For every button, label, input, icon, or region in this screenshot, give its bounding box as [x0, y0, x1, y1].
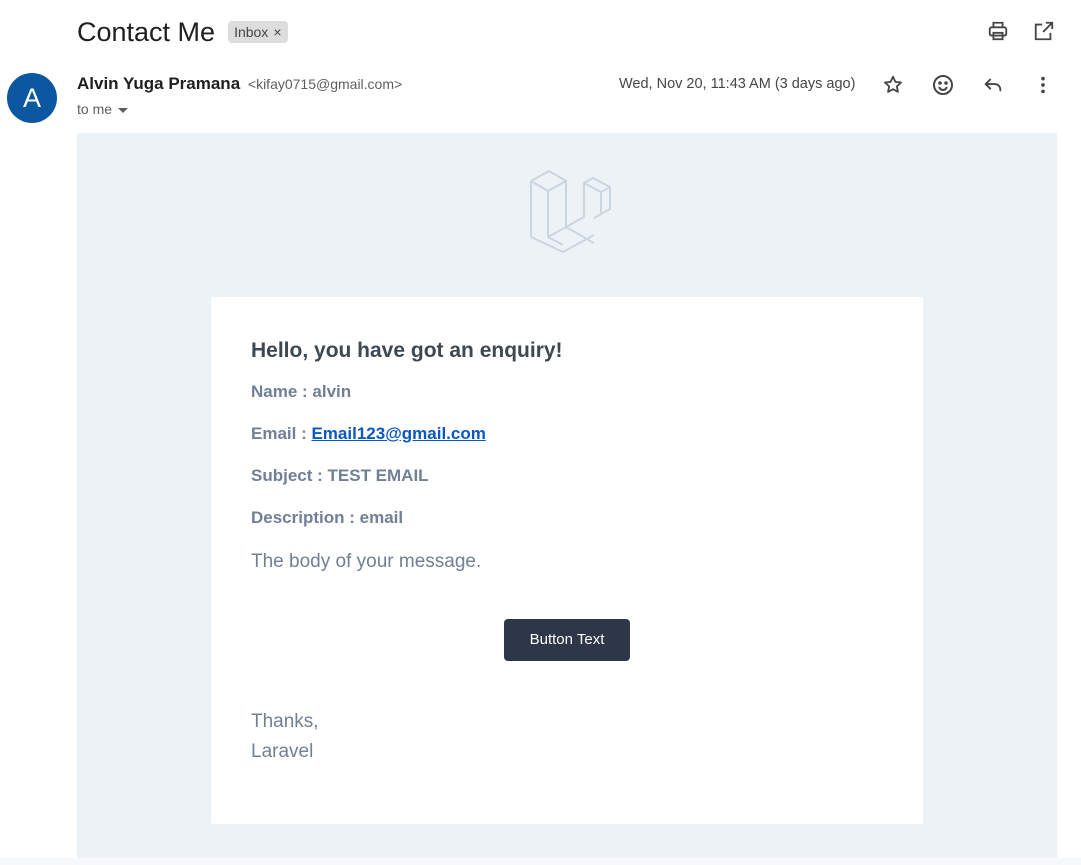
email-card: Hello, you have got an enquiry! Name : a… — [211, 297, 923, 824]
print-icon[interactable] — [985, 18, 1011, 44]
name-field: Name : alvin — [251, 382, 352, 401]
email-content: Hello, you have got an enquiry! Name : a… — [77, 133, 1057, 865]
sender-email: <kifay0715@gmail.com> — [247, 76, 403, 92]
bottom-edge — [0, 858, 1081, 865]
emoji-reaction-icon[interactable] — [930, 72, 956, 98]
reply-icon[interactable] — [980, 72, 1006, 98]
email-signoff: Thanks, Laravel — [251, 707, 319, 767]
email-card-content: Hello, you have got an enquiry! Name : a… — [251, 339, 883, 574]
laravel-logo-icon — [529, 169, 611, 253]
inbox-label-chip[interactable]: Inbox × — [228, 21, 288, 43]
label-chip-text: Inbox — [234, 24, 269, 40]
open-in-new-window-icon[interactable] — [1031, 18, 1057, 44]
message-actions — [880, 72, 1056, 98]
button-wrapper: Button Text — [504, 619, 630, 661]
recipient-line: to me — [77, 101, 129, 117]
subject-field: Subject : TEST EMAIL — [251, 466, 429, 485]
to-text: to me — [77, 101, 113, 117]
remove-label-icon[interactable]: × — [273, 24, 281, 40]
email-field: Email : Email123@gmail.com — [251, 424, 883, 444]
email-link[interactable]: Email123@gmail.com — [311, 424, 485, 443]
more-vertical-icon[interactable] — [1030, 72, 1056, 98]
thanks-text: Thanks, — [251, 711, 319, 732]
description-field: Description : email — [251, 508, 404, 527]
subject-row: Contact Me Inbox × — [77, 12, 288, 52]
message-date: Wed, Nov 20, 11:43 AM (3 days ago) — [619, 76, 856, 92]
email-subject: Contact Me — [77, 16, 216, 47]
email-label: Email : — [251, 424, 312, 443]
sender-info: Alvin Yuga Pramana <kifay0715@gmail.com> — [77, 74, 402, 94]
sender-avatar[interactable]: A — [7, 73, 57, 123]
star-icon[interactable] — [880, 72, 906, 98]
action-button[interactable]: Button Text — [504, 619, 630, 661]
show-details-dropdown-icon[interactable] — [118, 107, 129, 113]
body-text: The body of your message. — [251, 551, 482, 572]
signature-text: Laravel — [251, 741, 314, 762]
email-greeting: Hello, you have got an enquiry! — [251, 339, 563, 362]
sender-name[interactable]: Alvin Yuga Pramana — [77, 74, 240, 93]
thread-toolbar — [985, 18, 1057, 44]
